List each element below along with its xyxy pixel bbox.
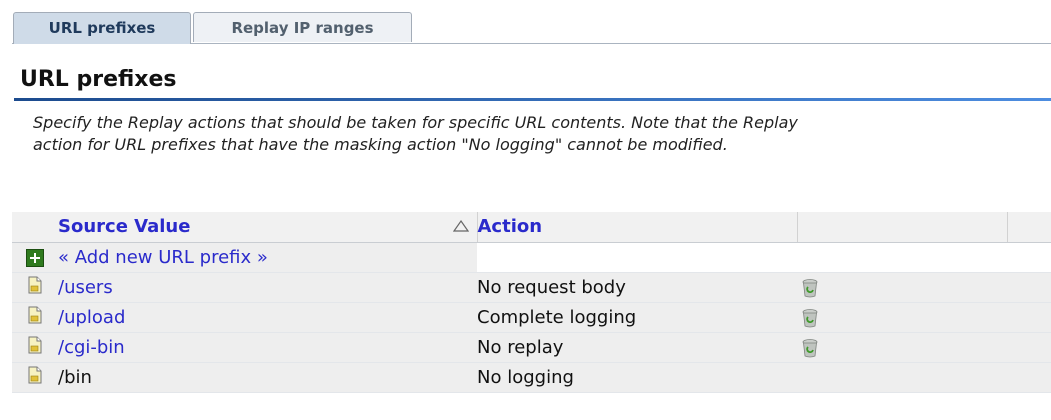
- add-plus-icon[interactable]: [26, 248, 44, 267]
- source-value-link[interactable]: /cgi-bin: [58, 332, 477, 363]
- source-value-text: /bin: [58, 362, 477, 393]
- row-icon-cell: [12, 362, 58, 393]
- sort-triangle-icon[interactable]: [452, 219, 469, 233]
- page-description: Specify the Replay actions that should b…: [33, 112, 1051, 156]
- delete-cell: [797, 362, 1007, 393]
- row-icon-cell: [12, 302, 58, 333]
- table-row[interactable]: /upload Complete logging: [12, 302, 1051, 333]
- source-value-link[interactable]: /users: [58, 272, 477, 303]
- header-icon-column: [12, 212, 58, 243]
- table-row[interactable]: /cgi-bin No replay: [12, 332, 1051, 363]
- row-filler: [1007, 272, 1051, 303]
- document-icon: [28, 336, 42, 353]
- table-row: /bin No logging: [12, 362, 1051, 393]
- document-icon: [28, 276, 42, 293]
- tab-bar: URL prefixes Replay IP ranges: [0, 0, 1051, 44]
- tab-url-prefixes[interactable]: URL prefixes: [13, 12, 191, 44]
- add-row-empty: [477, 242, 797, 273]
- delete-cell: [797, 272, 1007, 303]
- action-value: Complete logging: [477, 302, 797, 333]
- description-line-2: action for URL prefixes that have the ma…: [33, 135, 728, 154]
- add-icon-cell: [12, 242, 58, 273]
- url-prefix-table: Source Value Action « Add new URL prefix…: [12, 212, 1051, 393]
- action-value: No request body: [477, 272, 797, 303]
- document-icon: [28, 366, 42, 383]
- row-icon-cell: [12, 272, 58, 303]
- add-url-prefix-link[interactable]: « Add new URL prefix »: [58, 242, 477, 273]
- document-icon: [28, 306, 42, 323]
- delete-cell: [797, 302, 1007, 333]
- column-header-delete: [797, 212, 1008, 243]
- column-header-source-label[interactable]: Source Value: [58, 216, 190, 237]
- source-value-link[interactable]: /upload: [58, 302, 477, 333]
- add-row-empty: [797, 242, 1007, 273]
- table-row[interactable]: /users No request body: [12, 272, 1051, 303]
- trash-icon[interactable]: [801, 338, 819, 358]
- add-row-empty: [1007, 242, 1051, 273]
- trash-icon[interactable]: [801, 278, 819, 298]
- title-underline: [14, 98, 1051, 101]
- row-filler: [1007, 362, 1051, 393]
- row-icon-cell: [12, 332, 58, 363]
- description-line-1: Specify the Replay actions that should b…: [33, 113, 798, 132]
- page-title: URL prefixes: [20, 67, 177, 92]
- action-value: No logging: [477, 362, 797, 393]
- add-row: « Add new URL prefix »: [12, 242, 1051, 273]
- tab-replay-ip-ranges[interactable]: Replay IP ranges: [193, 12, 412, 42]
- row-filler: [1007, 302, 1051, 333]
- column-header-filler: [1007, 212, 1051, 243]
- trash-icon[interactable]: [801, 308, 819, 328]
- column-header-action[interactable]: Action: [477, 212, 798, 243]
- table-header-row: Source Value Action: [12, 212, 1051, 243]
- column-header-source-value[interactable]: Source Value: [58, 212, 478, 243]
- action-value: No replay: [477, 332, 797, 363]
- column-header-action-label[interactable]: Action: [478, 216, 543, 237]
- delete-cell: [797, 332, 1007, 363]
- row-filler: [1007, 332, 1051, 363]
